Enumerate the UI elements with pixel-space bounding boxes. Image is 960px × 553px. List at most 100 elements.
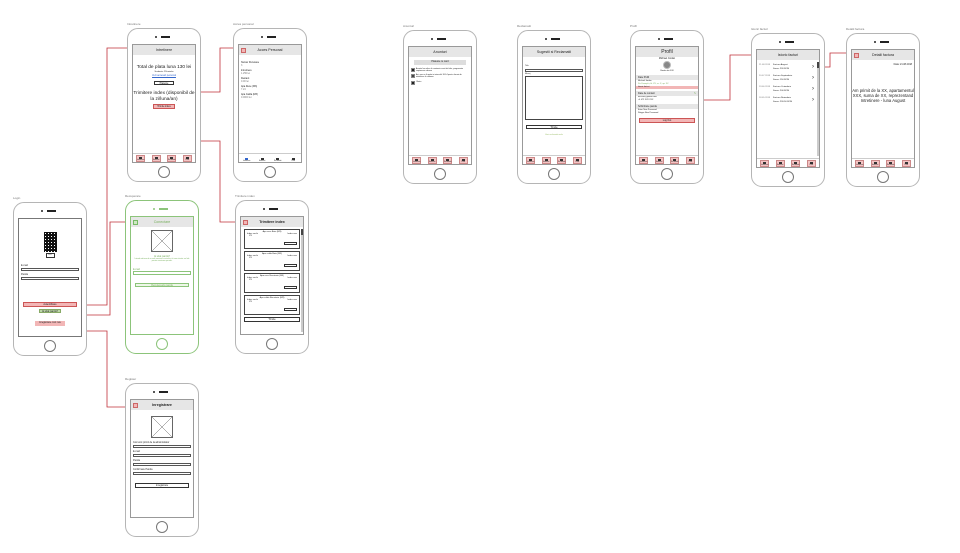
email-input[interactable] — [133, 271, 191, 275]
tab-profil[interactable]: Profil — [901, 159, 911, 167]
tab-anunturi[interactable]: Anunturi — [541, 156, 551, 164]
tab-intretinere[interactable]: Intretinere — [855, 159, 865, 167]
tab-profil[interactable]: Profil — [458, 156, 468, 164]
tab-reclamatii[interactable]: Reclamatii — [886, 159, 896, 167]
home-button[interactable] — [44, 340, 56, 352]
login-button[interactable]: Autentificare — [23, 302, 77, 307]
tab-anunturi[interactable]: Anunturi — [151, 154, 161, 162]
tab-intretinere[interactable]: Intretinere — [412, 156, 422, 164]
invoice-row[interactable]: 20.07.2018 Factura Septembrie Suma: 150 RO… — [757, 73, 819, 84]
home-button[interactable] — [661, 168, 673, 180]
back-button[interactable] — [241, 47, 246, 53]
confirm-password-input[interactable] — [133, 471, 191, 475]
tab-profil[interactable]: Profil — [685, 156, 695, 164]
field-value: 7.24 — [241, 88, 246, 91]
pay-button[interactable]: Plateste — [154, 80, 174, 85]
invoice-row[interactable]: 18.05.2018 Factura Noiembrie Suma: 230.50 … — [757, 95, 819, 106]
tab-anunturi[interactable]: Anunturi — [775, 159, 785, 167]
tab-bar: Intretinere Anunturi Reclamatii Profil — [239, 153, 301, 162]
home-button[interactable] — [156, 338, 168, 350]
tab-anunturi[interactable]: Anunturi — [427, 156, 437, 164]
register-link[interactable]: Inregistrare cont nou — [35, 321, 65, 326]
image-placeholder — [151, 416, 173, 438]
home-button[interactable] — [158, 166, 170, 178]
edit-pencil-icon[interactable]: ✎ — [694, 92, 696, 95]
home-button[interactable] — [548, 168, 560, 180]
new-index-input[interactable] — [284, 307, 297, 311]
send-button[interactable]: Trimite — [244, 317, 300, 322]
tab-intretinere[interactable]: Intretinere — [760, 159, 770, 167]
announcement-item[interactable]: Oferta — [409, 80, 471, 85]
phone-conectare: Conectare Ai uitat parola? Introdu adres… — [125, 200, 199, 354]
chevron-right-icon: › — [812, 97, 814, 103]
phone-acces-personal: Acces Personal Numar Persoane 3 Intretine… — [233, 28, 307, 182]
my-complaints-link[interactable]: Vezi reclamatii mele — [523, 134, 585, 137]
announcement-item[interactable]: Azi, apa va fi oprita in intervalul 10-1… — [409, 74, 471, 79]
personal-access-link[interactable]: Vezi accesari personal — [133, 74, 195, 77]
code-input[interactable] — [133, 444, 191, 448]
phone-profil: Profil Michael Jordan Membru din 2018 Da… — [630, 30, 704, 184]
back-button[interactable] — [243, 219, 248, 225]
back-button[interactable] — [854, 52, 859, 58]
password-input[interactable] — [21, 276, 79, 280]
tab-intretinere[interactable]: Intretinere — [136, 154, 146, 162]
home-button[interactable] — [156, 521, 168, 533]
forgot-description: Introdu adresa de e-mail asociata contul… — [134, 258, 190, 263]
field-value: 0.0000 lei — [241, 96, 252, 99]
tab-intretinere[interactable]: Intretinere — [526, 156, 536, 164]
tab-reclamatii[interactable]: Reclamatii — [670, 156, 680, 164]
pay-card-button[interactable]: Plateste cu card — [414, 60, 466, 65]
home-button[interactable] — [264, 166, 276, 178]
home-button[interactable] — [434, 168, 446, 180]
tab-reclamatii[interactable]: Reclamatii — [167, 154, 177, 162]
retype-password-input[interactable]: Retype New Password — [636, 112, 698, 115]
send-button[interactable]: Trimite — [526, 124, 582, 129]
home-button[interactable] — [266, 338, 278, 350]
scrollbar[interactable] — [301, 229, 303, 332]
tab-profil[interactable]: Profil — [182, 154, 192, 162]
screen-label: Detalii factura — [846, 27, 865, 31]
logout-button[interactable]: Log Out — [639, 118, 695, 123]
register-button[interactable]: Inregistrare — [135, 483, 189, 488]
email-input[interactable] — [133, 453, 191, 457]
invoice-text: Am primit de la XX, apartamentul XXX, su… — [852, 88, 914, 103]
tab-reclamatii[interactable]: Reclamatii — [791, 159, 801, 167]
person-icon — [411, 80, 415, 85]
tab-intretinere[interactable]: Intretinere — [242, 154, 252, 162]
tab-anunturi[interactable]: Anunturi — [257, 154, 267, 162]
back-button[interactable] — [133, 402, 138, 408]
message-textarea[interactable] — [525, 75, 583, 120]
home-button[interactable] — [877, 171, 889, 183]
tab-anunturi[interactable]: Anunturi — [870, 159, 880, 167]
new-index-input[interactable] — [284, 241, 297, 245]
invoice-row[interactable]: 21.08.2018 Factura August Suma: 230 RON › — [757, 62, 819, 73]
tab-profil[interactable]: Profil — [572, 156, 582, 164]
email-input[interactable] — [21, 267, 79, 271]
new-index-input[interactable] — [284, 285, 297, 289]
tab-intretinere[interactable]: Intretinere — [639, 156, 649, 164]
new-index-input[interactable] — [284, 263, 297, 267]
home-button[interactable] — [782, 171, 794, 183]
invoice-history-link[interactable]: Istoric facturi — [636, 86, 698, 89]
recover-password-button[interactable]: Recupereaza parola — [135, 282, 189, 288]
tab-reclamatii[interactable]: Reclamatii — [273, 154, 283, 162]
tab-reclamatii[interactable]: Reclamatii — [557, 156, 567, 164]
screen-label: Reclamatii — [517, 24, 532, 28]
tab-profil[interactable]: Profil — [806, 159, 816, 167]
back-button[interactable] — [133, 219, 138, 225]
field-value: 3 — [241, 64, 243, 67]
password-input[interactable] — [133, 462, 191, 466]
tab-bar: Intretinere Anunturi Reclamatii Profil — [523, 155, 585, 164]
tab-anunturi[interactable]: Anunturi — [654, 156, 664, 164]
phone-anunturi: Anunturi Plateste cu card Anuntul se ref… — [403, 30, 477, 184]
tab-reclamatii[interactable]: Reclamatii — [443, 156, 453, 164]
screen-label: Login — [13, 196, 21, 200]
tab-profil[interactable]: Profil — [288, 154, 298, 162]
invoice-row[interactable]: 19.06.2018 Factura Octombrie Suma: 200 RON… — [757, 84, 819, 95]
language-selector[interactable]: RO — [45, 253, 55, 258]
forgot-password-button[interactable]: Ai uitat parola? — [39, 308, 61, 313]
announcement-item[interactable]: Anuntul se refera la curatenia scarii de… — [409, 67, 471, 73]
send-index-button[interactable]: Trimite index — [153, 104, 175, 109]
phone-login: RO E-mail Parola Autentificare Ai uitat … — [13, 202, 87, 356]
subject-input[interactable] — [525, 68, 583, 72]
